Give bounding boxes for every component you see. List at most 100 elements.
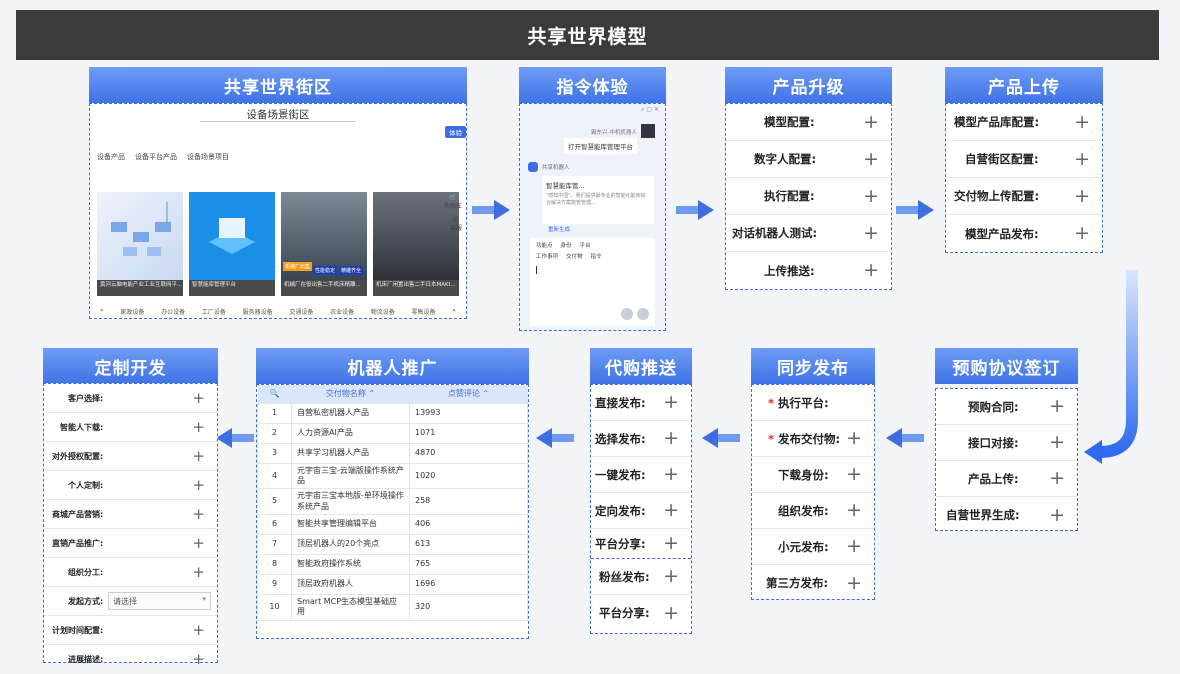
chevron-right-icon[interactable]: »: [452, 307, 456, 316]
custom-item[interactable]: 计划时间配置: +: [44, 616, 217, 645]
table-row[interactable]: 8 智能政府操作系统 765: [257, 554, 528, 576]
product-card[interactable]: 智慧能库管理平台: [189, 192, 275, 296]
chevron-up-icon[interactable]: ⌃: [368, 389, 375, 398]
plus-icon[interactable]: +: [846, 501, 862, 520]
custom-item[interactable]: 客户选择: +: [44, 384, 217, 413]
table-row[interactable]: 6 智能共享管理编辑平台 406: [257, 514, 528, 536]
plus-icon[interactable]: +: [1074, 186, 1090, 206]
plus-icon[interactable]: +: [192, 448, 205, 464]
category-item[interactable]: 交通设备: [289, 307, 313, 316]
sync-item[interactable]: * 发布交付物: +: [752, 421, 874, 457]
plus-icon[interactable]: +: [663, 465, 679, 484]
category-item[interactable]: 办公设备: [161, 307, 185, 316]
chevron-left-icon[interactable]: «: [100, 307, 104, 316]
plus-icon[interactable]: +: [1074, 112, 1090, 132]
tab-scene-projects[interactable]: 设备场景项目: [187, 152, 229, 162]
table-row[interactable]: 7 顶层机器人的20个亮点 613: [257, 534, 528, 556]
category-item[interactable]: 农业设备: [330, 307, 354, 316]
toolbar-item[interactable]: 身份: [561, 241, 572, 249]
upgrade-item[interactable]: 对话机器人测试: +: [726, 215, 891, 252]
category-item[interactable]: 工厂设备: [202, 307, 226, 316]
proxy-item[interactable]: 定向发布: +: [591, 493, 691, 529]
plus-icon[interactable]: +: [846, 429, 862, 448]
mic-icon[interactable]: [621, 308, 633, 320]
plus-icon[interactable]: +: [863, 149, 879, 169]
chat-input-area[interactable]: 功能点 身份 平台 工作事项 交付物 指令: [530, 238, 655, 326]
service-icon[interactable]: ☺ 客服: [450, 216, 462, 232]
custom-item[interactable]: 对外授权配置: +: [44, 442, 217, 471]
experience-button[interactable]: 体验: [445, 126, 466, 138]
toolbar-item[interactable]: 功能点: [536, 241, 553, 249]
plus-icon[interactable]: +: [863, 186, 879, 206]
plus-icon[interactable]: +: [1074, 149, 1090, 169]
product-card[interactable]: 黄河云脑电能产业工业互联网平...: [97, 192, 183, 296]
table-row[interactable]: 9 顶层政府机器人 1696: [257, 574, 528, 596]
presale-item[interactable]: 预购合同: +: [936, 389, 1077, 425]
toolbar-item[interactable]: 工作事项: [536, 252, 558, 260]
table-row[interactable]: 3 共享学习机器人产品 4870: [257, 442, 528, 464]
plus-icon[interactable]: +: [663, 534, 679, 553]
category-item[interactable]: 家政设备: [120, 307, 144, 316]
sync-item[interactable]: 下载身份: +: [752, 457, 874, 493]
column-header[interactable]: 交付物名称 ⌃: [291, 385, 410, 403]
window-controls-icon[interactable]: ⌕ ▢ ✕: [641, 106, 659, 114]
regenerate-link[interactable]: 重新生成: [548, 225, 570, 233]
upload-item[interactable]: 自营街区配置: +: [946, 141, 1102, 178]
presale-item[interactable]: 产品上传: +: [936, 461, 1077, 497]
upgrade-item[interactable]: 执行配置: +: [726, 178, 891, 215]
chevron-up-icon[interactable]: ⌃: [482, 389, 489, 398]
upload-item[interactable]: 模型产品发布: +: [946, 215, 1102, 252]
tab-platform-products[interactable]: 设备平台产品: [135, 152, 177, 162]
table-row[interactable]: 1 自营私密机器人产品 13993: [257, 402, 528, 424]
proxy-item[interactable]: 粉丝发布: +: [591, 559, 691, 595]
plus-icon[interactable]: +: [863, 223, 879, 243]
proxy-item[interactable]: 一键发布: +: [591, 457, 691, 493]
plus-icon[interactable]: +: [192, 564, 205, 580]
proxy-item[interactable]: 平台分享: +: [591, 529, 691, 559]
plus-icon[interactable]: +: [663, 567, 679, 586]
plus-icon[interactable]: +: [192, 622, 205, 638]
toolbar-item[interactable]: 交付物: [566, 252, 583, 260]
custom-item[interactable]: 智能人下载: +: [44, 413, 217, 442]
plus-icon[interactable]: +: [846, 465, 862, 484]
product-card[interactable]: 机械厂出售 性能稳定 精雕齐全 机械厂在役出售二手机床精雕...: [281, 192, 367, 296]
custom-item[interactable]: 直销产品推广: +: [44, 529, 217, 558]
presale-item[interactable]: 接口对接: +: [936, 425, 1077, 461]
sync-item[interactable]: 组织发布: +: [752, 493, 874, 529]
category-item[interactable]: 物流设备: [371, 307, 395, 316]
upload-item[interactable]: 交付物上传配置: +: [946, 178, 1102, 215]
plus-icon[interactable]: +: [192, 477, 205, 493]
category-item[interactable]: 服务器设备: [243, 307, 273, 316]
plus-icon[interactable]: +: [663, 429, 679, 448]
plus-icon[interactable]: +: [1049, 505, 1065, 525]
category-item[interactable]: 零售设备: [412, 307, 436, 316]
table-row[interactable]: 4 元宇宙三宝-云端版操作系统产品 1020: [257, 462, 528, 490]
toolbar-item[interactable]: 指令: [591, 252, 602, 260]
plus-icon[interactable]: +: [192, 506, 205, 522]
custom-item[interactable]: 组织分工: +: [44, 558, 217, 587]
plus-icon[interactable]: +: [663, 393, 679, 412]
plus-icon[interactable]: +: [663, 501, 679, 520]
proxy-item[interactable]: 平台分享: +: [591, 595, 691, 631]
plus-icon[interactable]: +: [1049, 469, 1065, 488]
proxy-item[interactable]: 选择发布: +: [591, 421, 691, 457]
method-select[interactable]: 请选择 ▾: [108, 592, 211, 610]
cart-icon[interactable]: 🛒 购物车: [444, 194, 462, 210]
custom-item[interactable]: 个人定制: +: [44, 471, 217, 500]
plus-icon[interactable]: +: [863, 112, 879, 132]
upgrade-item[interactable]: 数字人配置: +: [726, 141, 891, 178]
plus-icon[interactable]: +: [846, 537, 862, 556]
toolbar-item[interactable]: 平台: [580, 241, 591, 249]
search-icon[interactable]: 🔍: [257, 385, 292, 403]
plus-icon[interactable]: +: [192, 390, 205, 406]
custom-item[interactable]: 商城产品营销: +: [44, 500, 217, 529]
upgrade-item[interactable]: 模型配置: +: [726, 104, 891, 141]
plus-icon[interactable]: +: [192, 535, 205, 551]
tab-device-products[interactable]: 设备产品: [97, 152, 125, 162]
plus-icon[interactable]: +: [863, 261, 879, 280]
plus-icon[interactable]: +: [1049, 397, 1065, 416]
plus-icon[interactable]: +: [1049, 433, 1065, 452]
send-icon[interactable]: [637, 308, 649, 320]
plus-icon[interactable]: +: [846, 573, 862, 593]
plus-icon[interactable]: +: [192, 419, 205, 435]
